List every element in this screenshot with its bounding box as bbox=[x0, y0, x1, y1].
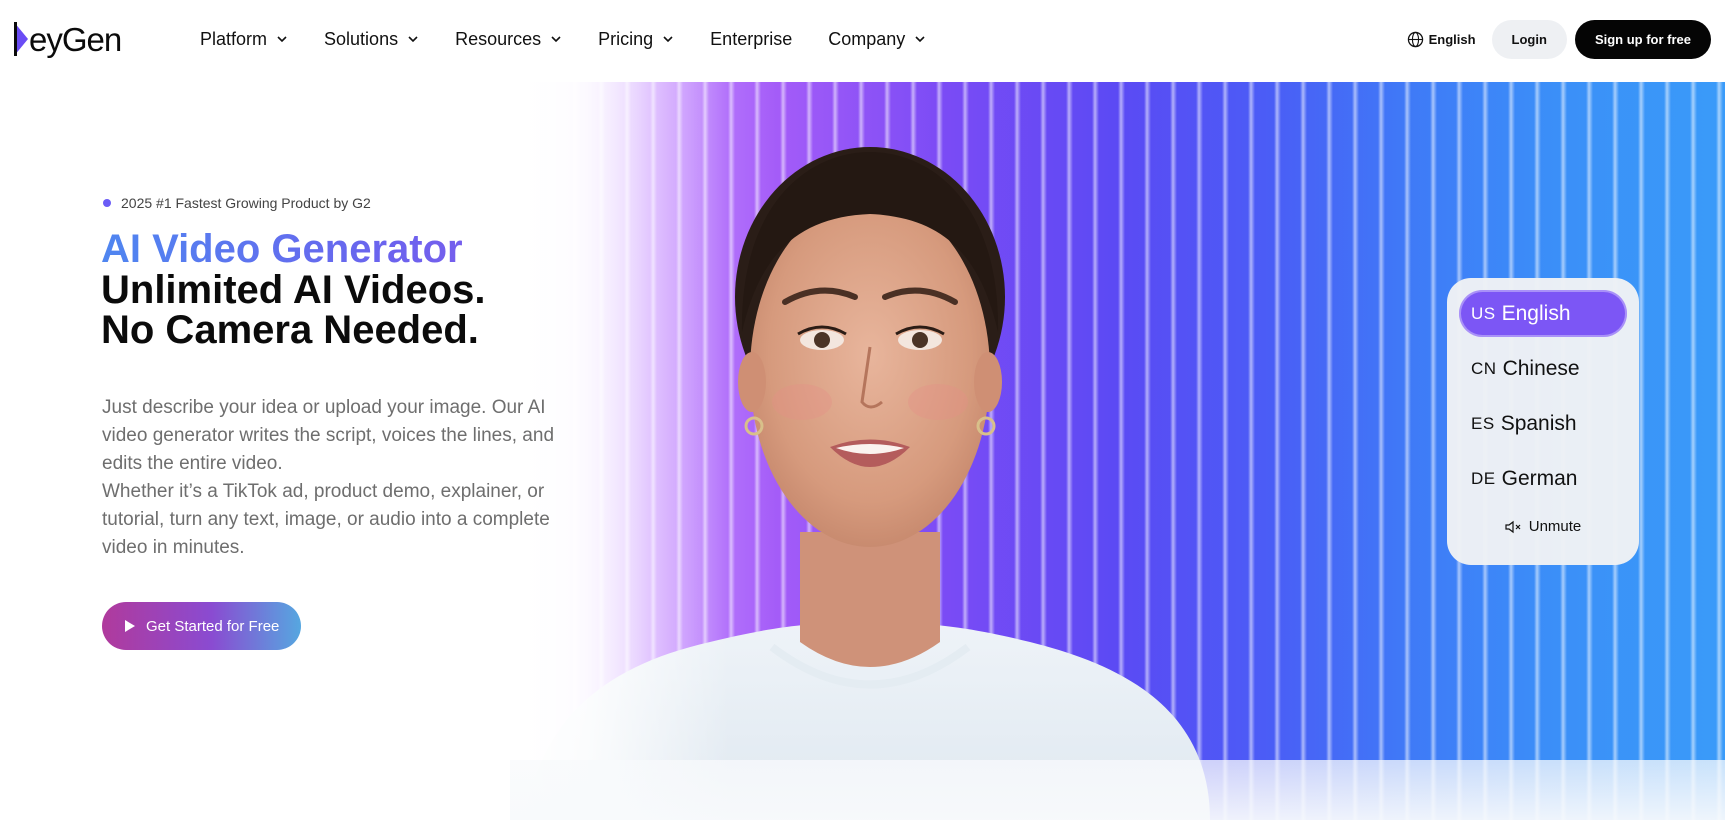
language-option-english[interactable]: US English bbox=[1459, 290, 1627, 337]
language-option-chinese[interactable]: CN Chinese bbox=[1459, 345, 1627, 392]
hero-description: Just describe your idea or upload your i… bbox=[102, 394, 562, 562]
chevron-down-icon bbox=[663, 36, 673, 43]
nav-item-label: Company bbox=[828, 28, 906, 49]
play-icon bbox=[125, 620, 135, 632]
top-navigation: eyGen Platform Solutions Resources Prici… bbox=[0, 0, 1725, 78]
heygen-logo[interactable]: eyGen bbox=[14, 19, 154, 59]
language-code: US bbox=[1471, 303, 1496, 323]
logo-icon: eyGen bbox=[14, 21, 122, 58]
language-selector[interactable]: English bbox=[1407, 31, 1476, 48]
language-option-german[interactable]: DE German bbox=[1459, 455, 1627, 502]
chevron-down-icon bbox=[551, 36, 561, 43]
nav-item-solutions[interactable]: Solutions bbox=[324, 29, 419, 50]
hero-description-paragraph-2: Whether it’s a TikTok ad, product demo, … bbox=[102, 481, 550, 558]
headline-gradient-text: AI Video Generator bbox=[101, 228, 621, 270]
language-code: DE bbox=[1471, 468, 1496, 488]
get-started-button[interactable]: Get Started for Free bbox=[102, 602, 301, 650]
hero-description-paragraph-1: Just describe your idea or upload your i… bbox=[102, 397, 555, 474]
svg-text:eyGen: eyGen bbox=[29, 21, 121, 58]
language-label: English bbox=[1428, 31, 1476, 47]
nav-item-label: Pricing bbox=[598, 28, 654, 49]
nav-item-resources[interactable]: Resources bbox=[455, 29, 562, 50]
nav-item-company[interactable]: Company bbox=[828, 29, 926, 50]
unmute-button[interactable]: Unmute bbox=[1459, 518, 1627, 535]
nav-item-label: Enterprise bbox=[710, 28, 793, 49]
login-button[interactable]: Login bbox=[1491, 19, 1567, 59]
chevron-down-icon bbox=[277, 36, 287, 43]
headline-line-2: No Camera Needed. bbox=[101, 308, 479, 352]
headline-line-1: Unlimited AI Videos. bbox=[101, 268, 486, 312]
language-code: CN bbox=[1471, 358, 1497, 378]
globe-icon bbox=[1407, 31, 1423, 47]
language-code: ES bbox=[1471, 413, 1495, 433]
unmute-label: Unmute bbox=[1528, 518, 1582, 535]
language-label: Spanish bbox=[1500, 411, 1577, 435]
primary-nav: Platform Solutions Resources Pricing Ent… bbox=[200, 0, 962, 78]
language-option-spanish[interactable]: ES Spanish bbox=[1459, 400, 1627, 447]
badge-dot bbox=[103, 199, 111, 207]
hero-visual: US English CN Chinese ES Spanish DE Germ… bbox=[510, 82, 1725, 820]
hero-headline: AI Video Generator Unlimited AI Videos. … bbox=[101, 228, 621, 350]
mute-icon bbox=[1505, 520, 1521, 533]
badge-text: 2025 #1 Fastest Growing Product by G2 bbox=[121, 195, 371, 211]
language-label: English bbox=[1501, 301, 1571, 325]
nav-actions: English Login Sign up for free bbox=[1407, 19, 1711, 59]
nav-item-label: Solutions bbox=[324, 28, 399, 49]
language-label: Chinese bbox=[1502, 356, 1580, 380]
nav-item-label: Platform bbox=[200, 28, 268, 49]
chevron-down-icon bbox=[408, 36, 418, 43]
nav-item-enterprise[interactable]: Enterprise bbox=[710, 29, 792, 50]
language-label: German bbox=[1501, 466, 1578, 490]
award-badge: 2025 #1 Fastest Growing Product by G2 bbox=[103, 195, 371, 211]
language-switcher-card: US English CN Chinese ES Spanish DE Germ… bbox=[1447, 278, 1639, 565]
nav-item-platform[interactable]: Platform bbox=[200, 29, 288, 50]
chevron-down-icon bbox=[915, 36, 925, 43]
cta-label: Get Started for Free bbox=[146, 617, 280, 635]
bottom-blur-band bbox=[510, 760, 1725, 820]
nav-item-label: Resources bbox=[455, 28, 542, 49]
signup-button[interactable]: Sign up for free bbox=[1574, 19, 1711, 59]
nav-item-pricing[interactable]: Pricing bbox=[598, 29, 674, 50]
